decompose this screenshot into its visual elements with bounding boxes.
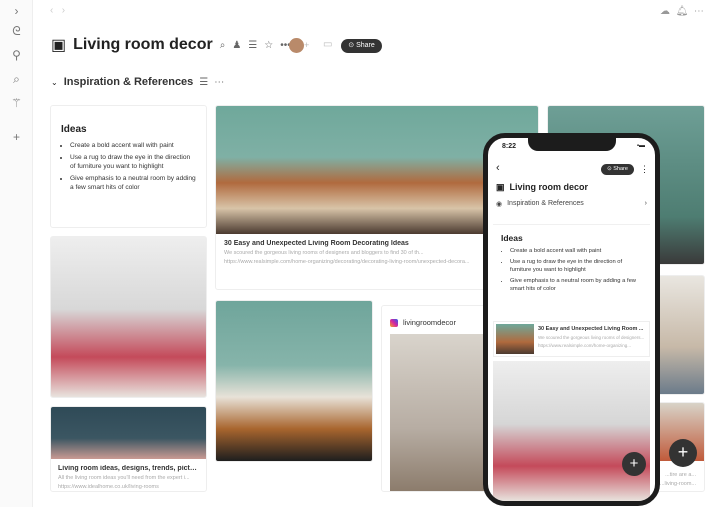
image-card[interactable] <box>50 236 207 398</box>
phone-title: Living room decor <box>509 182 589 192</box>
living-room-image <box>51 407 206 459</box>
instagram-icon <box>390 318 398 327</box>
share-button[interactable]: ⊙ Share <box>341 39 382 53</box>
palette-icon[interactable]: ᘓ <box>9 24 24 39</box>
card-description: All the living room ideas you'll need fr… <box>58 475 190 481</box>
idea-item: Create a bold accent wall with paint <box>70 141 196 151</box>
add-button[interactable]: + <box>669 439 697 467</box>
forward-button[interactable]: › <box>62 5 65 16</box>
ideas-title: Ideas <box>501 233 523 243</box>
share-button[interactable]: ⊙ Share <box>601 164 634 175</box>
ideas-note[interactable]: Ideas Create a bold accent wall with pai… <box>50 105 207 228</box>
phone-mockup: 8:22 ▪▬ ‹ ⊙ Share ⋮ ▣ Living room decor … <box>483 133 660 506</box>
ideas-note[interactable]: Ideas Create a bold accent wall with pai… <box>493 224 650 304</box>
back-button[interactable]: ‹ <box>50 5 53 16</box>
page-title: Living room decor <box>73 36 213 53</box>
thumbnail <box>496 324 534 354</box>
link-card[interactable]: Living room ideas, designs, trends, pict… <box>50 406 207 492</box>
card-title: 30 Easy and Unexpected Living Room ... <box>538 326 644 332</box>
card-url[interactable]: https://www.idealhome.co.uk/living-rooms <box>58 484 200 490</box>
people-icon[interactable]: ♟ <box>232 40 241 51</box>
add-member-icon[interactable]: + <box>304 40 309 50</box>
expand-icon[interactable]: › <box>9 4 24 19</box>
more-icon[interactable]: ⋮ <box>640 164 649 175</box>
search-icon[interactable]: ⌕ <box>9 72 24 87</box>
settings-icon[interactable]: ☰ <box>248 40 257 51</box>
card-url[interactable]: ...living-room... <box>660 481 696 487</box>
card-description: ...tire are a... <box>665 472 696 478</box>
idea-item: Give emphasis to a neutral room by addin… <box>70 174 196 193</box>
chevron-down-icon[interactable]: ⌄ <box>51 78 58 87</box>
cloud-icon[interactable]: ☁ <box>660 6 670 17</box>
image-card[interactable] <box>493 361 650 501</box>
back-icon[interactable]: ‹ <box>496 162 500 174</box>
idea-item: Give emphasis to a neutral room by addin… <box>510 277 642 294</box>
section-link[interactable]: ◉ Inspiration & References › <box>496 200 647 208</box>
sidebar: › ᘓ ⚲ ⌕ ⚚ + <box>0 0 33 507</box>
bell-icon[interactable]: 🔔︎ <box>676 6 689 17</box>
chevron-right-icon: › <box>644 200 647 207</box>
card-source[interactable]: livingroomdecor <box>403 318 456 327</box>
section-icon: ◉ <box>496 201 503 208</box>
link-card[interactable]: 30 Easy and Unexpected Living Room ... W… <box>493 321 650 357</box>
ideas-title: Ideas <box>61 124 87 135</box>
add-icon[interactable]: + <box>9 130 24 145</box>
section-header[interactable]: ⌄ Inspiration & References ☰ ⋯ <box>51 76 224 88</box>
battery-icon: ▪▬ <box>636 143 645 149</box>
magic-wand-icon[interactable]: ⚚ <box>9 96 24 111</box>
star-icon[interactable]: ☆ <box>264 40 273 51</box>
image-card[interactable] <box>215 300 373 462</box>
card-description: We scoured the gorgeous living rooms of … <box>538 335 645 340</box>
filter-icon[interactable]: ☰ <box>199 77 208 88</box>
add-button[interactable]: + <box>622 452 646 476</box>
comment-icon[interactable]: ▭ <box>323 39 332 50</box>
search-icon[interactable]: ⌕ <box>220 40 226 51</box>
section-title: Inspiration & References <box>63 76 194 88</box>
idea-item: Use a rug to draw the eye in the directi… <box>70 153 196 172</box>
board-icon: ▣ <box>496 182 505 192</box>
board-icon: ▣ <box>51 37 67 54</box>
pin-icon[interactable]: ⚲ <box>9 48 24 63</box>
more-icon[interactable]: ⋯ <box>694 6 704 17</box>
avatar[interactable] <box>289 38 304 53</box>
status-time: 8:22 <box>502 143 517 150</box>
idea-item: Create a bold accent wall with paint <box>510 247 642 256</box>
card-url: https://www.realsimple.com/home-organizi… <box>538 343 632 348</box>
idea-item: Use a rug to draw the eye in the directi… <box>510 258 642 275</box>
section-title: Inspiration & References <box>507 200 584 207</box>
more-icon[interactable]: ⋯ <box>214 77 224 88</box>
card-title[interactable]: Living room ideas, designs, trends, pict… <box>58 465 200 472</box>
